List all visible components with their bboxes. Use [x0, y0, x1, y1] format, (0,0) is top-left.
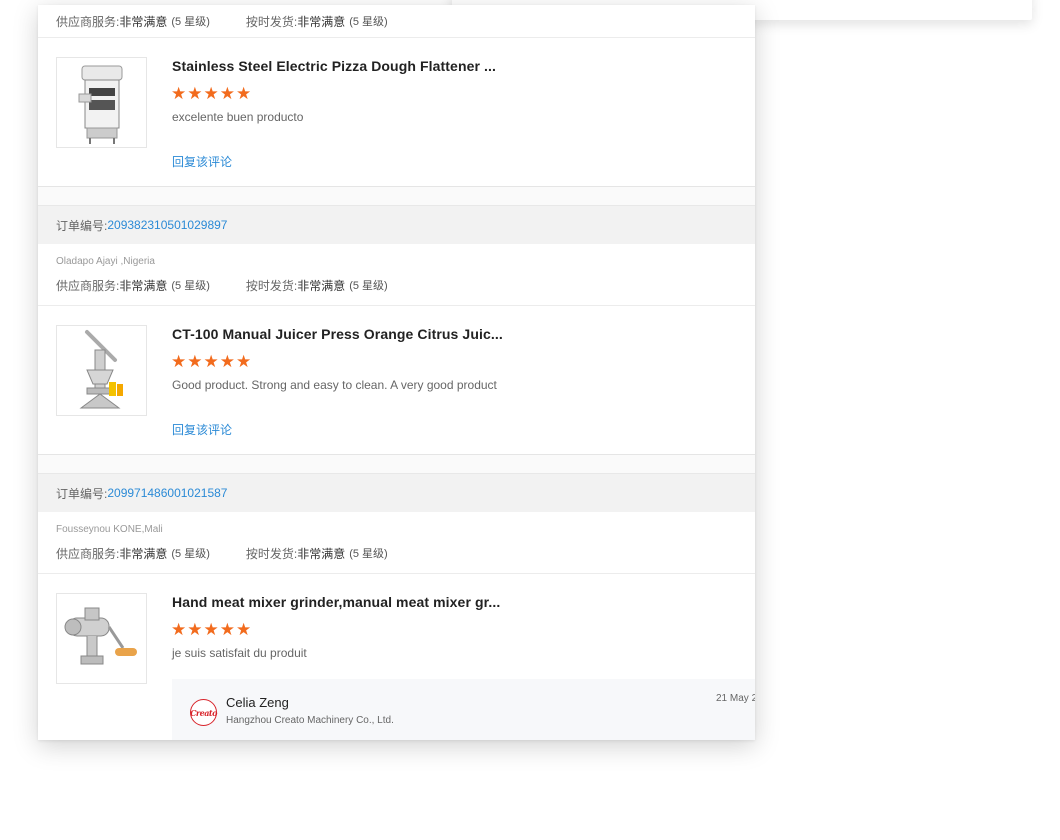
delivery-label: 按时发货:: [245, 279, 298, 293]
order-header: 订单编号: 209971486001021587: [38, 474, 755, 512]
reply-review-link[interactable]: 回复该评论: [172, 153, 232, 170]
rating-stars: ★★★★★: [171, 352, 253, 371]
rating-stars: ★★★★★: [171, 620, 253, 639]
buyer-name: Oladapo Ajayi ,Nigeria: [56, 256, 155, 267]
review-item: Stainless Steel Electric Pizza Dough Fla…: [38, 38, 755, 187]
service-value: 非常满意: [119, 279, 168, 293]
reply-date: 21 May 2: [716, 693, 755, 704]
delivery-label: 按时发货:: [245, 547, 298, 561]
service-level: (5 星级): [171, 548, 210, 560]
order-number-link[interactable]: 209971486001021587: [107, 486, 227, 500]
delivery-label: 按时发货:: [245, 14, 298, 29]
supplier-reply: Creato Celia Zeng Hangzhou Creato Machin…: [172, 679, 755, 740]
ratings-row: 供应商服务: 非常满意 (5 星级) 按时发货: 非常满意 (5 星级): [38, 5, 755, 38]
product-thumbnail-meat-grinder[interactable]: [56, 593, 147, 684]
service-label: 供应商服务:: [56, 279, 120, 293]
service-level: (5 星级): [171, 16, 210, 28]
supplier-replier-name: Celia Zeng: [226, 695, 289, 710]
service-level: (5 星级): [171, 280, 210, 292]
product-title[interactable]: Stainless Steel Electric Pizza Dough Fla…: [172, 58, 496, 74]
review-item: CT-100 Manual Juicer Press Orange Citrus…: [38, 306, 755, 455]
service-value: 非常满意: [119, 547, 168, 561]
buyer-info: Fousseynou KONE,Mali 供应商服务: 非常满意 (5 星级) …: [38, 512, 755, 574]
supplier-logo: Creato: [190, 699, 217, 726]
buyer-name: Fousseynou KONE,Mali: [56, 524, 163, 535]
service-label: 供应商服务:: [56, 547, 120, 561]
review-text: excelente buen producto: [172, 110, 304, 124]
delivery-value: 非常满意: [297, 14, 346, 29]
product-title[interactable]: CT-100 Manual Juicer Press Orange Citrus…: [172, 326, 503, 342]
ratings-row: 供应商服务: 非常满意 (5 星级) 按时发货: 非常满意 (5 星级): [56, 277, 388, 294]
rating-stars: ★★★★★: [171, 84, 253, 103]
section-divider: [38, 455, 755, 474]
order-number-link[interactable]: 209382310501029897: [107, 218, 227, 232]
review-text: Good product. Strong and easy to clean. …: [172, 378, 497, 392]
supplier-company-name: Hangzhou Creato Machinery Co., Ltd.: [226, 715, 394, 726]
buyer-info: Oladapo Ajayi ,Nigeria 供应商服务: 非常满意 (5 星级…: [38, 244, 755, 306]
order-header: 订单编号: 209382310501029897: [38, 206, 755, 244]
delivery-level: (5 星级): [349, 16, 388, 28]
review-text: je suis satisfait du produit: [172, 646, 307, 660]
product-thumbnail-pizza-flattener[interactable]: [56, 57, 147, 148]
order-label: 订单编号:: [56, 486, 108, 501]
delivery-value: 非常满意: [297, 279, 346, 293]
delivery-level: (5 星级): [349, 280, 388, 292]
supplier-logo-text: Creato: [190, 707, 217, 718]
service-label: 供应商服务:: [56, 14, 120, 29]
service-value: 非常满意: [119, 14, 168, 29]
section-divider: [38, 187, 755, 206]
order-label: 订单编号:: [56, 218, 108, 233]
product-thumbnail-juicer[interactable]: [56, 325, 147, 416]
ratings-row: 供应商服务: 非常满意 (5 星级) 按时发货: 非常满意 (5 星级): [56, 545, 388, 562]
reply-review-link[interactable]: 回复该评论: [172, 421, 232, 438]
review-item: Hand meat mixer grinder,manual meat mixe…: [38, 574, 755, 740]
delivery-level: (5 星级): [349, 548, 388, 560]
product-title[interactable]: Hand meat mixer grinder,manual meat mixe…: [172, 594, 500, 610]
delivery-value: 非常满意: [297, 547, 346, 561]
review-list-panel: 供应商服务: 非常满意 (5 星级) 按时发货: 非常满意 (5 星级) Sta…: [38, 5, 755, 740]
